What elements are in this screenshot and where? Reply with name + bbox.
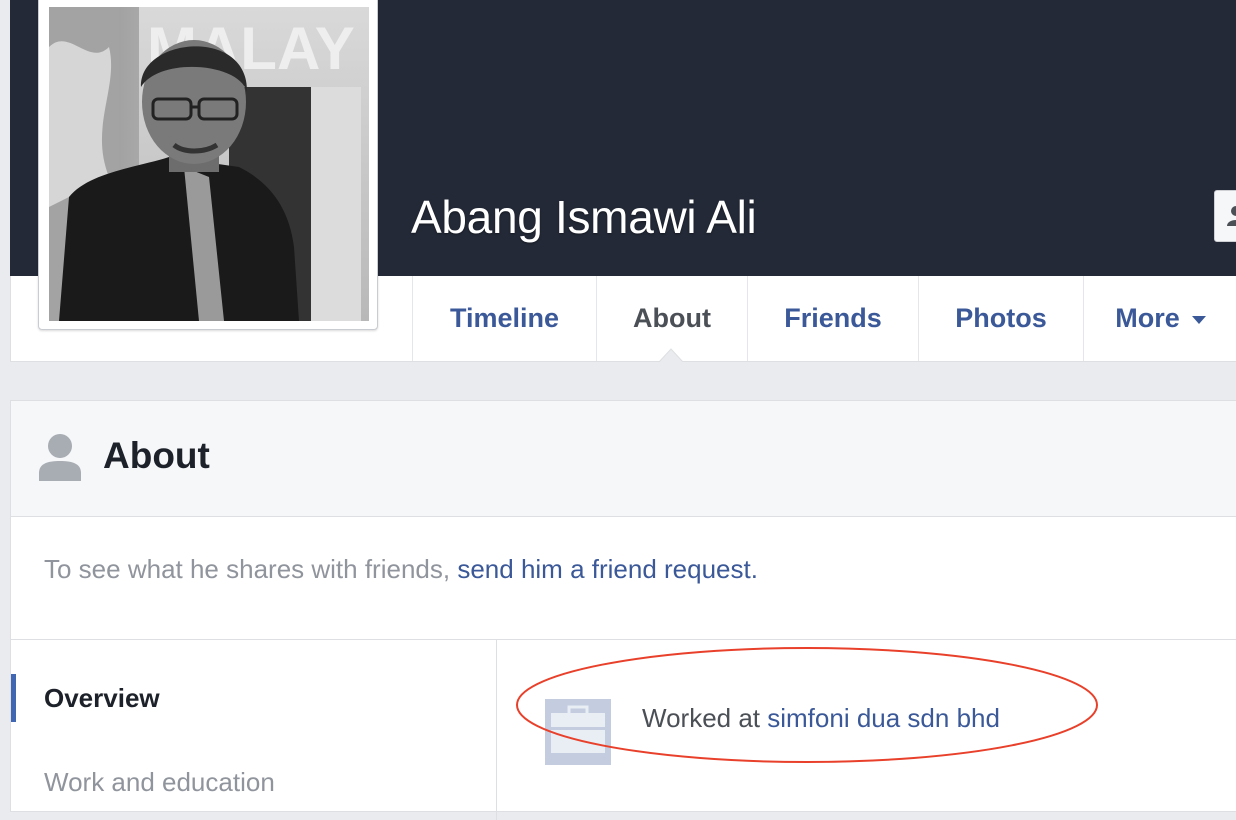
tab-label: Friends: [784, 303, 882, 333]
briefcase-icon: [545, 699, 611, 765]
caret-down-icon: [1191, 315, 1206, 324]
sidebar-item-overview[interactable]: Overview: [44, 683, 160, 714]
add-friend-button[interactable]: [1214, 190, 1236, 242]
divider: [11, 639, 1236, 640]
active-tab-pointer: [659, 348, 683, 362]
tab-photos[interactable]: Photos: [918, 276, 1083, 361]
tab-timeline[interactable]: Timeline: [412, 276, 596, 361]
work-prefix: Worked at: [642, 703, 761, 733]
profile-picture[interactable]: MALAY: [38, 0, 378, 330]
person-icon: [39, 434, 81, 481]
friend-request-notice: To see what he shares with friends, send…: [44, 554, 758, 585]
about-title: About: [103, 435, 210, 476]
sidebar-divider: [496, 640, 497, 820]
tab-friends[interactable]: Friends: [747, 276, 918, 361]
tab-label: Timeline: [449, 303, 560, 333]
person-photo: MALAY: [49, 7, 369, 321]
about-card: About To see what he shares with friends…: [10, 400, 1236, 820]
tab-label: Photos: [955, 303, 1047, 333]
about-header: About: [11, 401, 1236, 517]
tab-more[interactable]: More: [1083, 276, 1236, 361]
tab-label: More: [1115, 303, 1180, 333]
send-friend-request-link[interactable]: send him a friend request.: [457, 554, 758, 584]
company-link[interactable]: simfoni dua sdn bhd: [767, 703, 1000, 733]
tab-label: About: [633, 303, 711, 333]
profile-name: Abang Ismawi Ali: [411, 191, 757, 243]
notice-text: To see what he shares with friends,: [44, 554, 451, 584]
sidebar-item-work-and-education[interactable]: Work and education: [44, 767, 275, 798]
work-entry: Worked at simfoni dua sdn bhd: [642, 703, 1000, 734]
active-indicator: [11, 674, 16, 722]
person-icon: [1227, 206, 1236, 226]
profile-photo: MALAY: [49, 7, 369, 321]
